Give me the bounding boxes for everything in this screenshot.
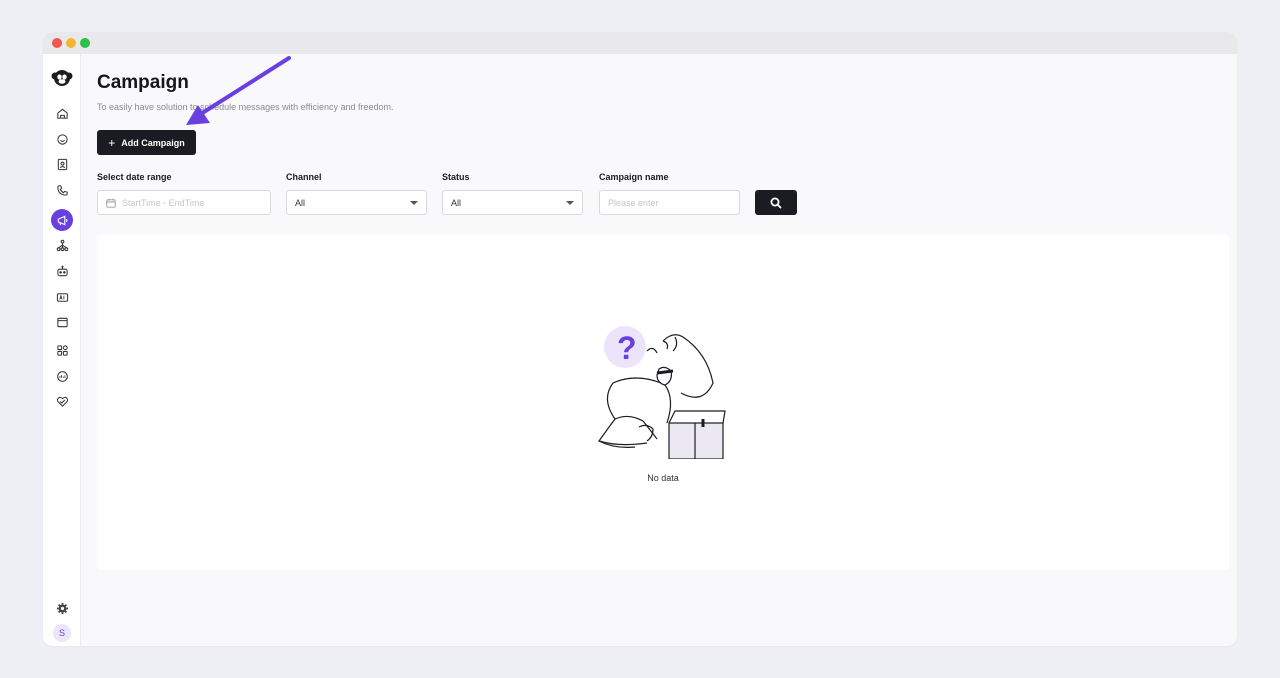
sidebar-item-settings[interactable] [51, 597, 73, 619]
chevron-down-icon [566, 200, 574, 205]
date-range-placeholder: StartTime - EndTime [122, 197, 205, 208]
campaign-name-input[interactable]: Please enter [599, 190, 740, 215]
svg-text:?: ? [617, 330, 637, 366]
sidebar-item-window[interactable] [51, 311, 73, 333]
sidebar-item-chat[interactable] [51, 128, 73, 150]
channel-label: Channel [286, 172, 322, 182]
status-value: All [451, 197, 462, 208]
plus-icon: + [108, 135, 116, 150]
sidebar-item-flows[interactable] [51, 234, 73, 256]
gear-icon [56, 602, 68, 614]
bot-icon [56, 265, 68, 276]
maximize-window-button[interactable] [80, 38, 90, 48]
sidebar-item-contacts[interactable] [51, 153, 73, 175]
channel-select[interactable]: All [286, 190, 427, 215]
date-range-label: Select date range [97, 172, 172, 182]
phone-icon [56, 184, 68, 196]
sidebar-item-bots[interactable] [51, 260, 73, 282]
sidebar-item-apps[interactable] [51, 339, 73, 361]
search-button[interactable] [755, 190, 797, 215]
campaign-list-panel: ? No data [97, 235, 1229, 570]
channel-value: All [295, 197, 306, 208]
status-select[interactable]: All [442, 190, 583, 215]
sidebar-item-health[interactable] [51, 390, 73, 412]
chevron-down-icon [410, 200, 418, 205]
sidebar-item-ai[interactable] [51, 286, 73, 308]
app-window: S Campaign To easily have solution to sc… [43, 32, 1237, 646]
contact-card-icon [57, 158, 67, 170]
status-label: Status [442, 172, 470, 182]
close-window-button[interactable] [52, 38, 62, 48]
heart-icon [56, 396, 68, 407]
monkey-logo-icon[interactable] [50, 66, 74, 90]
main-content: Campaign To easily have solution to sche… [81, 54, 1237, 646]
minimize-window-button[interactable] [66, 38, 76, 48]
user-avatar[interactable]: S [53, 624, 71, 642]
megaphone-icon [57, 214, 67, 226]
campaign-name-label: Campaign name [599, 172, 669, 182]
sidebar-item-home[interactable] [51, 102, 73, 124]
sidebar: S [43, 54, 81, 646]
campaign-name-placeholder: Please enter [608, 197, 659, 208]
calendar-icon [106, 198, 116, 208]
chat-icon [56, 133, 68, 145]
page-title: Campaign [97, 72, 189, 93]
add-campaign-button[interactable]: + Add Campaign [97, 130, 196, 155]
stats-icon [56, 370, 68, 382]
window-titlebar [43, 32, 1237, 54]
ai-icon [56, 292, 68, 302]
page-description: To easily have solution to schedule mess… [97, 102, 394, 112]
search-icon [770, 197, 782, 209]
sidebar-item-campaign[interactable] [51, 209, 73, 231]
date-range-picker[interactable]: StartTime - EndTime [97, 190, 271, 215]
empty-box-illustration-icon: ? [598, 326, 726, 459]
flow-icon [56, 239, 68, 251]
sidebar-item-stats[interactable] [51, 365, 73, 387]
apps-icon [56, 344, 68, 356]
empty-state-text: No data [647, 473, 679, 483]
window-icon [56, 317, 68, 327]
home-icon [56, 108, 68, 119]
add-campaign-label: Add Campaign [121, 137, 185, 148]
sidebar-item-calls[interactable] [51, 179, 73, 201]
